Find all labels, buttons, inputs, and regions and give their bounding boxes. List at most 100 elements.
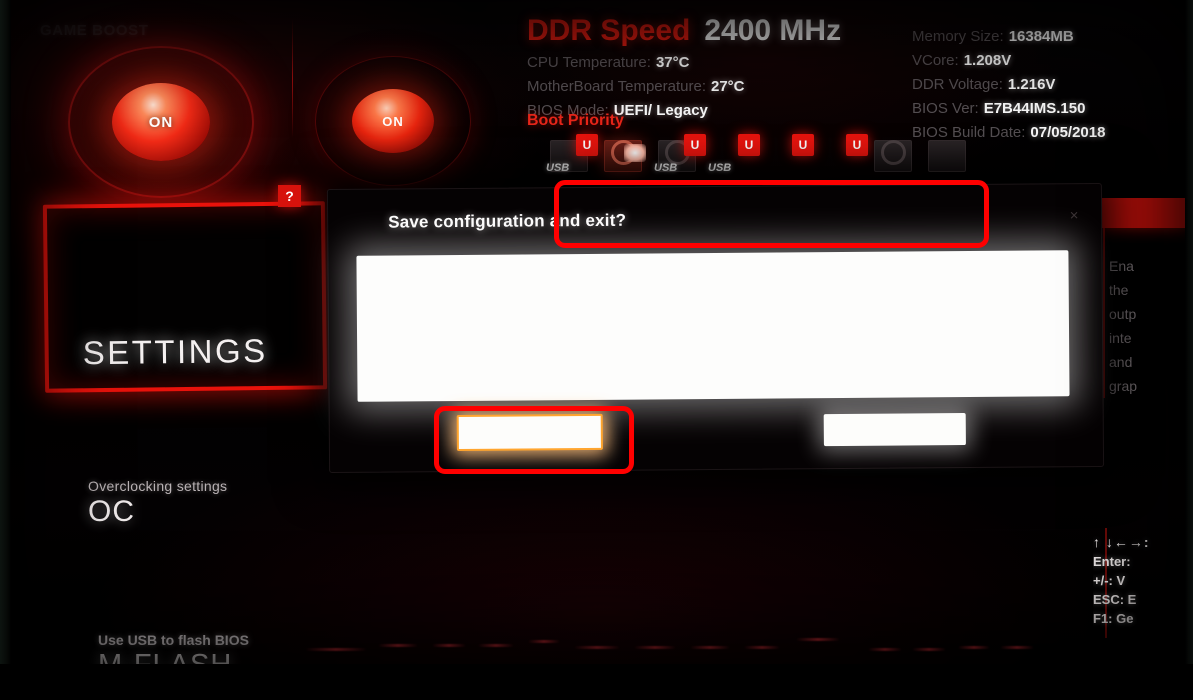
dialog-cancel-button[interactable]: [823, 413, 966, 447]
boot-device-usb-2[interactable]: [926, 134, 972, 174]
selection-glow: [624, 144, 646, 162]
photo-edge-bottom: [0, 664, 1193, 700]
stat-value: E7B44IMS.150: [983, 100, 1086, 117]
oc-sublabel: Overclocking settings: [88, 478, 228, 494]
help-panel-header: [1097, 198, 1185, 228]
usb-badge: U: [576, 134, 598, 156]
help-panel-text: Ena the outp inte and grap: [1097, 254, 1185, 398]
game-boost-label: GAME BOOST: [40, 22, 149, 39]
xmp-halo: [315, 56, 471, 186]
bg-menu-underline: [958, 646, 990, 649]
boot-priority-list[interactable]: U USB U USB U USB U U: [546, 132, 972, 174]
key-hint-plusminus: +/-: V: [1093, 573, 1126, 588]
dialog-title: Save configuration and exit?: [388, 210, 627, 232]
system-stats-right: Memory Size: 16384MB VCore: 1.208V DDR Vol…: [912, 26, 1105, 146]
stat-value: 1.216V: [1007, 76, 1056, 93]
photo-edge-right: [1185, 0, 1193, 668]
close-icon[interactable]: ×: [1063, 204, 1085, 226]
stat-key: DDR Voltage:: [912, 76, 1003, 93]
usb-badge: U: [684, 134, 706, 156]
bg-menu-underline: [912, 648, 946, 651]
sidebar-item-oc[interactable]: Overclocking settings OC: [88, 478, 227, 529]
help-line: outp: [1109, 306, 1137, 322]
stat-value: 27°C: [710, 78, 745, 95]
help-line: grap: [1109, 378, 1138, 394]
key-hint-enter: Enter:: [1093, 554, 1131, 569]
usb-label: USB: [546, 162, 570, 174]
xmp-toggle[interactable]: ON: [315, 56, 471, 186]
boot-device-floppy[interactable]: U USB: [546, 134, 598, 174]
stat-bios-version: BIOS Ver: E7B44IMS.150: [912, 98, 1105, 119]
stat-key: Memory Size:: [912, 28, 1004, 45]
mflash-sublabel: Use USB to flash BIOS: [98, 632, 249, 648]
help-line: the: [1109, 282, 1129, 298]
stat-key: CPU Temperature:: [527, 54, 651, 71]
bg-menu-underline: [378, 644, 418, 647]
ddr-speed-label: DDR Speed: [527, 14, 691, 47]
ddr-speed-row: DDR Speed 2400 MHz: [527, 14, 841, 48]
stat-ddr-voltage: DDR Voltage: 1.216V: [912, 74, 1105, 95]
usb-badge: U: [792, 134, 814, 156]
ddr-speed-value: 2400 MHz: [704, 14, 842, 47]
boot-device-optical[interactable]: U USB: [654, 134, 706, 174]
stat-value: UEFI/ Legacy: [613, 102, 708, 119]
stat-mb-temp: MotherBoard Temperature: 27°C: [527, 76, 745, 97]
disc-icon: [881, 140, 906, 165]
boot-device-disc[interactable]: [872, 134, 918, 174]
usb-label: USB: [708, 162, 732, 174]
key-hint-esc: ESC: E: [1093, 592, 1137, 607]
help-line: and: [1109, 354, 1133, 370]
dialog-cancel-label: [824, 413, 966, 414]
bg-menu-underline: [868, 648, 902, 651]
stat-value: 37°C: [655, 54, 690, 71]
stat-key: MotherBoard Temperature:: [527, 78, 706, 95]
boot-device-lan[interactable]: U: [764, 134, 814, 174]
bg-menu-underline: [796, 638, 840, 641]
key-hint-arrows: ↑ ↓←→:: [1093, 534, 1150, 550]
stat-value: 16384MB: [1008, 28, 1074, 45]
help-line: inte: [1109, 330, 1132, 346]
usb-label: USB: [654, 162, 678, 174]
help-line: Ena: [1109, 258, 1134, 274]
dialog-body: [356, 250, 1070, 402]
stat-cpu-temp: CPU Temperature: 37°C: [527, 52, 745, 73]
help-panel: Ena the outp inte and grap: [1097, 198, 1185, 398]
stat-key: VCore:: [912, 52, 959, 69]
top-divider: [292, 18, 293, 138]
boot-device-hdd[interactable]: [602, 134, 648, 174]
boot-priority-label: Boot Priority: [527, 112, 624, 129]
boot-device-usb[interactable]: U USB: [708, 134, 760, 174]
bg-menu-underline: [574, 646, 620, 649]
bg-menu-underline: [305, 648, 367, 651]
dialog-confirm-label: [459, 416, 601, 417]
stat-memory-size: Memory Size: 16384MB: [912, 26, 1105, 47]
bg-menu-underline: [478, 644, 514, 647]
bg-menu-underline: [432, 644, 466, 647]
key-hint-f1: F1: Ge: [1093, 611, 1134, 626]
photo-edge-left: [0, 0, 11, 668]
key-hints: ↑ ↓←→: Enter: +/-: V ESC: E F1: Ge: [1093, 533, 1185, 628]
bg-menu-underline: [744, 646, 780, 649]
settings-tile-label: SETTINGS: [82, 331, 268, 372]
oc-label: OC: [88, 495, 135, 528]
help-badge-icon[interactable]: ?: [278, 185, 301, 207]
bg-menu-underline: [690, 646, 730, 649]
stat-value: 1.208V: [963, 52, 1012, 69]
bg-menu-underline: [528, 640, 560, 643]
bios-screen: GAME BOOST ON ON DDR Speed 2400 MHz CPU T…: [0, 0, 1193, 668]
save-configuration-dialog: Save configuration and exit? ×: [326, 182, 1105, 474]
stat-key: BIOS Ver:: [912, 100, 979, 117]
usb-badge: U: [738, 134, 760, 156]
usb-badge: U: [846, 134, 868, 156]
bg-menu-underline: [1000, 646, 1034, 649]
sidebar-item-mflash[interactable]: Use USB to flash BIOS M-FLASH: [98, 632, 249, 668]
dialog-button-row: [330, 406, 1103, 462]
game-boost-halo: [68, 46, 254, 198]
game-boost-toggle[interactable]: ON: [68, 46, 254, 198]
device-icon: [928, 140, 966, 172]
sidebar-item-settings[interactable]: SETTINGS: [42, 201, 328, 393]
bg-menu-underline: [634, 646, 676, 649]
boot-device-network[interactable]: U: [818, 134, 868, 174]
dialog-confirm-button[interactable]: [456, 413, 603, 452]
stat-value: 07/05/2018: [1030, 124, 1106, 141]
